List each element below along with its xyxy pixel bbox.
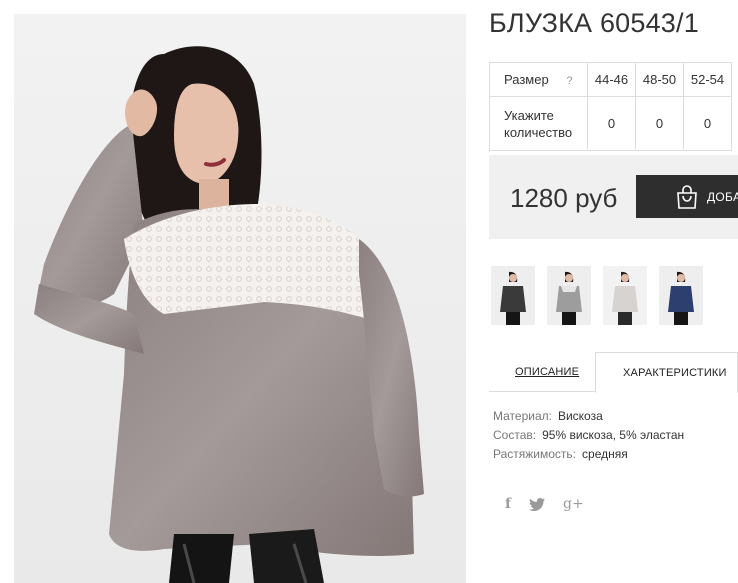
quantity-input-52-54[interactable]: 0 [683,96,732,151]
main-product-image[interactable] [14,14,466,583]
purchase-box: 1280 руб ДОБАВИТЬ [489,155,738,239]
size-option: 52-54 [683,62,732,97]
shopping-bag-icon [677,185,697,209]
facebook-icon[interactable]: f [505,496,511,512]
thumbnail-4[interactable] [659,266,703,325]
spec-row: Растяжимость: средняя [493,445,684,464]
quantity-row-label: Укажите количество [489,96,588,151]
add-to-cart-button[interactable]: ДОБАВИТЬ [636,175,738,218]
price: 1280 руб [510,183,618,213]
thumbnail-1[interactable] [491,266,535,325]
twitter-icon[interactable] [529,497,546,511]
spec-value: 95% вискоза, 5% эластан [542,428,685,442]
add-to-cart-label: ДОБАВИТЬ [707,189,738,204]
googleplus-icon[interactable]: g+ [563,496,584,512]
thumbnail-gallery [491,266,703,325]
spec-row: Материал: Вискоза [493,407,684,426]
social-share: f g+ [505,496,584,512]
spec-key: Состав: [493,428,537,442]
spec-value: средняя [582,447,628,461]
product-title: БЛУЗКА 60543/1 [489,8,699,38]
quantity-input-44-46[interactable]: 0 [587,96,636,151]
tab-characteristics[interactable]: ХАРАКТЕРИСТИКИ [595,352,738,393]
spec-value: Вискоза [557,409,603,423]
tab-description[interactable]: ОПИСАНИЕ [515,366,579,378]
spec-row: Состав: 95% вискоза, 5% эластан [493,426,684,445]
spec-key: Материал: [493,409,552,423]
size-option: 48-50 [635,62,684,97]
thumbnail-2[interactable] [547,266,591,325]
quantity-input-48-50[interactable]: 0 [635,96,684,151]
spec-key: Растяжимость: [493,447,577,461]
characteristics-list: Материал: Вискоза Состав: 95% вискоза, 5% … [493,407,684,464]
size-option: 44-46 [587,62,636,97]
size-help-icon[interactable]: ? [566,75,572,87]
thumbnail-3[interactable] [603,266,647,325]
size-row-label: Размер ? [489,62,588,97]
product-tabs: ОПИСАНИЕ ХАРАКТЕРИСТИКИ [489,352,738,393]
size-table: Размер ? 44-46 48-50 52-54 Укажите колич… [489,62,732,151]
